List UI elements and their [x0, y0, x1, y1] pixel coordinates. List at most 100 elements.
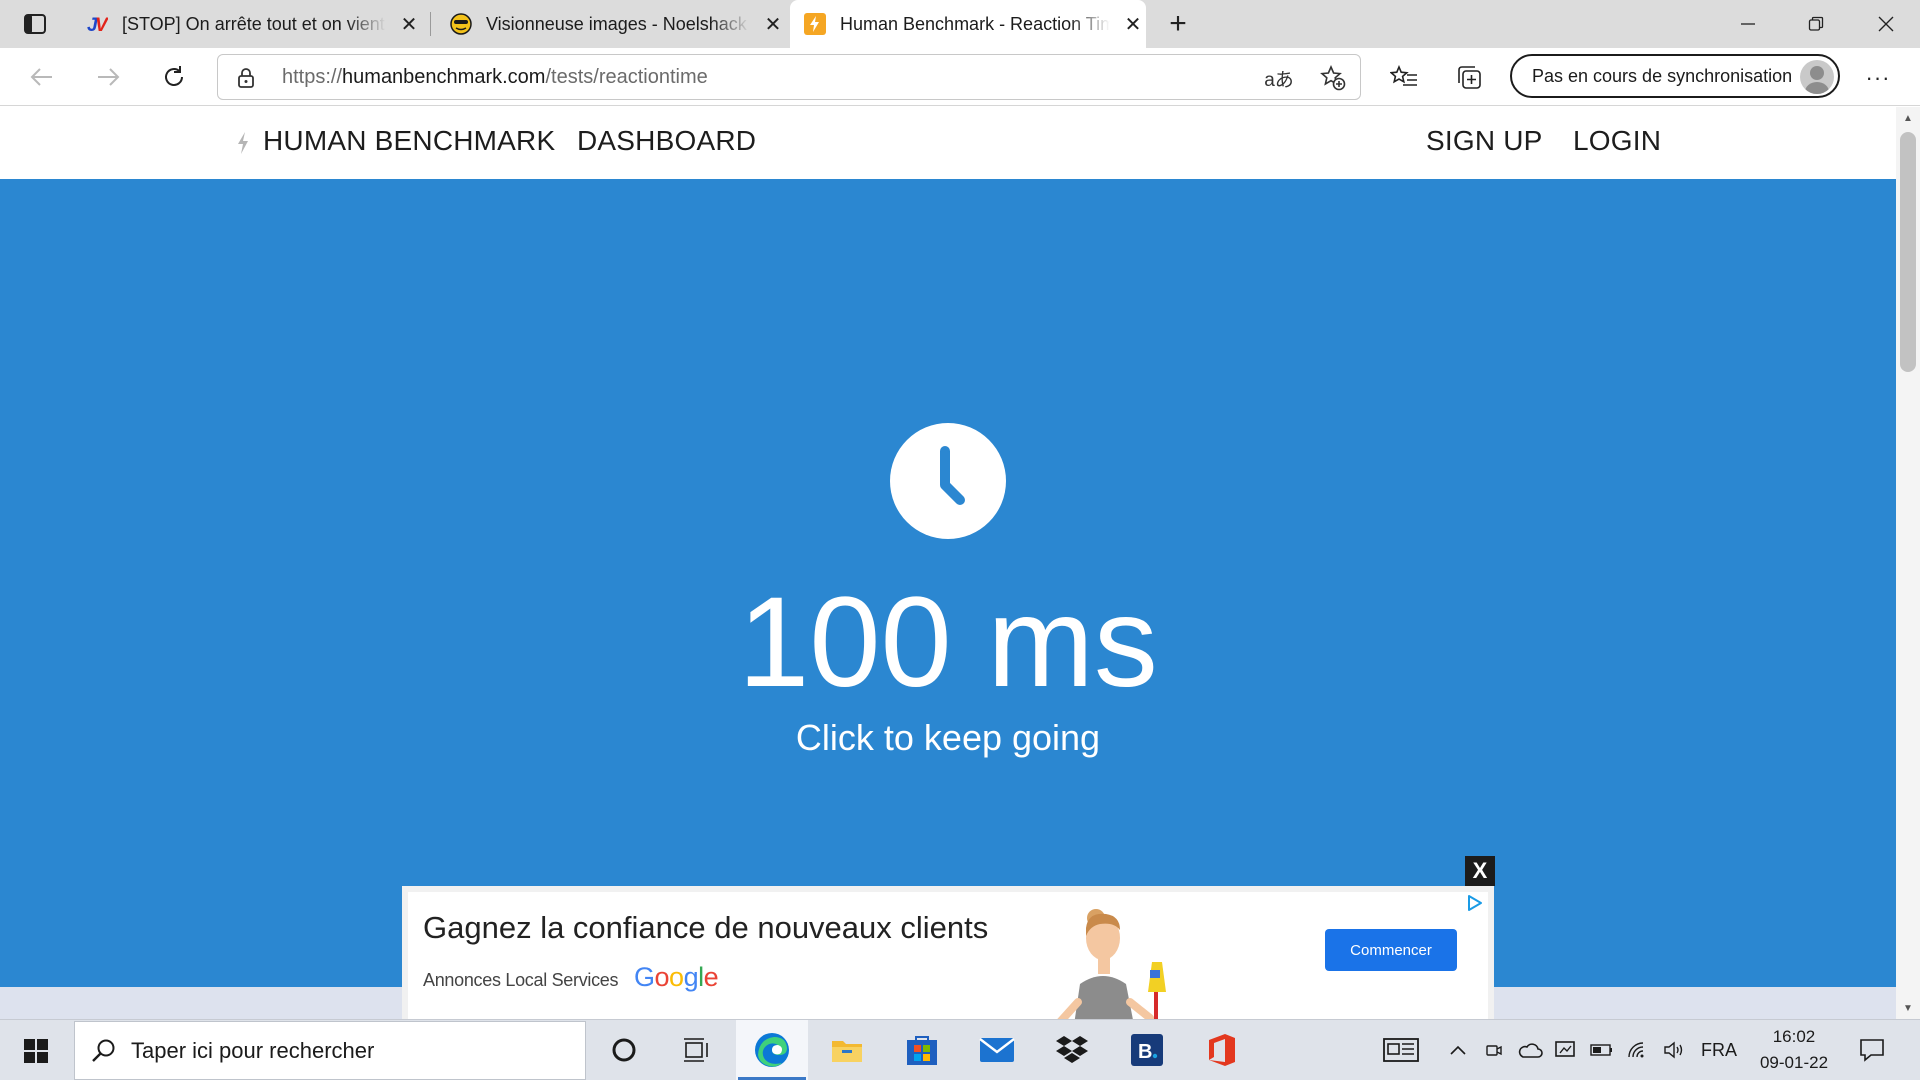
ad-close-button[interactable]: X	[1465, 856, 1495, 886]
battery-icon[interactable]	[1588, 1020, 1616, 1080]
refresh-button[interactable]	[154, 58, 194, 96]
sync-status-label: Pas en cours de synchronisation	[1532, 65, 1793, 86]
url-scheme: https://	[282, 66, 343, 88]
ad-headline: Gagnez la confiance de nouveaux clients	[423, 910, 989, 945]
ad-subline: Annonces Local Services	[423, 970, 619, 990]
reaction-test-area[interactable]: HUMAN BENCHMARK DASHBOARD SIGN UP LOGIN …	[0, 107, 1896, 1019]
file-explorer-button[interactable]	[811, 1020, 883, 1080]
dropbox-icon	[1056, 1036, 1088, 1063]
favorites-button[interactable]	[1386, 60, 1422, 96]
cortana-button[interactable]	[588, 1020, 660, 1080]
google-letter: o	[669, 962, 684, 992]
adchoices-icon[interactable]	[1466, 894, 1484, 912]
scrollbar-thumb[interactable]	[1900, 132, 1916, 372]
collections-icon	[1458, 66, 1481, 89]
start-button[interactable]	[14, 1034, 58, 1068]
ad-banner[interactable]: Gagnez la confiance de nouveaux clients …	[402, 886, 1494, 1019]
add-favorite-icon[interactable]	[1318, 63, 1348, 93]
scroll-up-arrow-icon[interactable]: ▲	[1896, 109, 1920, 127]
back-button[interactable]	[22, 58, 62, 96]
cortana-circle-icon	[612, 1038, 636, 1062]
more-menu-button[interactable]: ···	[1858, 60, 1898, 96]
office-icon	[1209, 1034, 1235, 1066]
clock-icon	[890, 423, 1006, 539]
close-tab-icon[interactable]: ✕	[396, 11, 422, 37]
task-view-icon	[684, 1038, 708, 1062]
windows-taskbar: Taper ici pour rechercher B FRA 16:02 09…	[0, 1019, 1920, 1080]
google-letter: G	[634, 962, 655, 992]
lock-icon[interactable]	[236, 67, 256, 94]
minimize-button[interactable]	[1714, 0, 1782, 48]
close-tab-icon[interactable]: ✕	[1120, 11, 1146, 37]
browser-toolbar: https://humanbenchmark.com/tests/reactio…	[0, 48, 1920, 106]
noelshack-icon	[450, 13, 472, 35]
vertical-scrollbar[interactable]: ▲ ▼	[1896, 107, 1920, 1019]
tab-human-benchmark[interactable]: Human Benchmark - Reaction Time ✕	[790, 0, 1146, 48]
sync-profile-button[interactable]: Pas en cours de synchronisation	[1510, 54, 1840, 98]
url-text: https://humanbenchmark.com/tests/reactio…	[282, 66, 708, 89]
dropbox-button[interactable]	[1036, 1020, 1108, 1080]
bolt-icon	[804, 13, 826, 35]
edge-taskbar-button[interactable]	[736, 1020, 808, 1080]
svg-text:V: V	[95, 15, 108, 35]
microsoft-store-button[interactable]	[886, 1020, 958, 1080]
forward-button[interactable]	[88, 58, 128, 96]
google-logo: Google	[634, 962, 719, 993]
booking-icon: B	[1131, 1034, 1163, 1066]
news-widget-icon[interactable]	[1380, 1020, 1422, 1080]
tab-title: Visionneuse images - Noelshack	[486, 13, 747, 34]
scroll-down-arrow-icon[interactable]: ▼	[1896, 999, 1920, 1017]
url-host: humanbenchmark.com	[342, 66, 546, 88]
tab-title: [STOP] On arrête tout et on vient	[122, 13, 385, 34]
task-view-button[interactable]	[660, 1020, 732, 1080]
jv-icon: JV	[86, 13, 108, 35]
search-placeholder: Taper ici pour rechercher	[131, 1037, 375, 1063]
wifi-icon[interactable]	[1624, 1020, 1652, 1080]
back-arrow-icon	[30, 68, 52, 86]
site-navbar: HUMAN BENCHMARK DASHBOARD SIGN UP LOGIN	[0, 107, 1896, 179]
mail-button[interactable]	[961, 1020, 1033, 1080]
restore-button[interactable]	[1782, 0, 1850, 48]
google-letter: g	[683, 962, 699, 992]
onedrive-cloud-icon[interactable]	[1514, 1020, 1546, 1080]
dashboard-link[interactable]: DASHBOARD	[577, 125, 756, 157]
google-letter: e	[703, 962, 719, 992]
booking-button[interactable]: B	[1111, 1020, 1183, 1080]
search-icon	[91, 1038, 117, 1070]
tab-noelshack[interactable]: Visionneuse images - Noelshack ✕	[436, 0, 786, 48]
address-bar[interactable]: https://humanbenchmark.com/tests/reactio…	[217, 54, 1361, 100]
close-tab-icon[interactable]: ✕	[760, 11, 786, 37]
tab-jv[interactable]: JV [STOP] On arrête tout et on vient ✕	[72, 0, 422, 48]
taskbar-search-input[interactable]: Taper ici pour rechercher	[74, 1021, 586, 1080]
collections-button[interactable]	[1452, 60, 1488, 96]
read-aloud-translate-icon[interactable]: aあ	[1264, 63, 1294, 93]
volume-icon[interactable]	[1660, 1020, 1690, 1080]
new-tab-button[interactable]: +	[1160, 7, 1196, 40]
folder-icon	[832, 1041, 862, 1062]
office-button[interactable]	[1186, 1020, 1258, 1080]
tab-actions-button[interactable]	[14, 8, 56, 40]
login-link[interactable]: LOGIN	[1573, 125, 1661, 157]
google-letter: o	[654, 962, 670, 992]
favorites-icon	[1390, 65, 1417, 86]
signup-link[interactable]: SIGN UP	[1426, 125, 1543, 157]
browser-tab-strip: JV [STOP] On arrête tout et on vient ✕ V…	[0, 0, 1920, 48]
tab-separator	[430, 12, 431, 36]
close-icon	[1878, 16, 1894, 32]
restore-icon	[1808, 16, 1824, 31]
taskbar-clock[interactable]: 16:02 09-01-22	[1744, 1024, 1844, 1076]
meet-now-icon[interactable]	[1482, 1020, 1506, 1080]
windows-logo-icon	[24, 1039, 48, 1063]
brand-link[interactable]: HUMAN BENCHMARK	[263, 125, 555, 157]
taskbar-time: 16:02	[1772, 1027, 1816, 1046]
store-icon	[907, 1036, 937, 1065]
chevron-up-icon[interactable]	[1446, 1020, 1470, 1080]
ad-cta-button[interactable]: Commencer	[1325, 929, 1457, 971]
input-language[interactable]: FRA	[1698, 1020, 1740, 1080]
update-icon[interactable]	[1552, 1020, 1580, 1080]
notifications-icon[interactable]	[1852, 1020, 1892, 1080]
more-dots-icon: ···	[1865, 65, 1891, 90]
taskbar-date: 09-01-22	[1759, 1053, 1829, 1072]
avatar	[1800, 60, 1834, 94]
close-window-button[interactable]	[1852, 0, 1920, 48]
